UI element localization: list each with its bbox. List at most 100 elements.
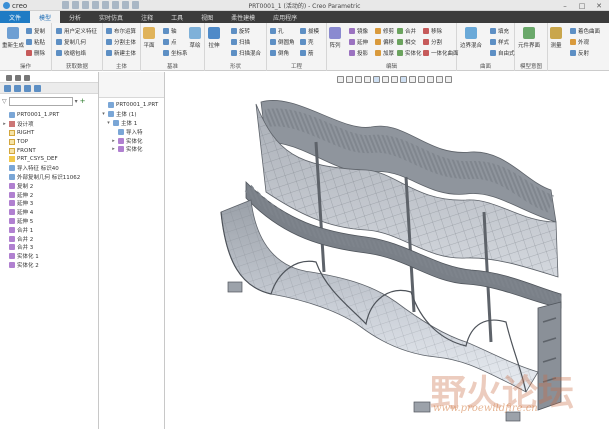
maximize-button[interactable]: □ — [574, 0, 590, 11]
offset-button[interactable]: 偏移 — [375, 38, 394, 46]
tree-view-icon[interactable] — [4, 84, 11, 92]
paste-button[interactable]: 粘贴 — [26, 38, 45, 46]
columns-icon[interactable] — [34, 84, 41, 92]
tree-item[interactable]: ▾ 主体 1 — [101, 119, 164, 128]
style-button[interactable]: 样式 — [490, 38, 509, 46]
tree-item[interactable]: PRT0001_1.PRT — [101, 101, 164, 110]
tab-annotate[interactable]: 注释 — [132, 11, 162, 23]
component-interface-button[interactable]: 元件界面 — [518, 27, 540, 49]
chamfer-button[interactable]: 倒角 — [270, 49, 289, 57]
csys-button[interactable]: 坐标系 — [163, 49, 188, 57]
minimize-button[interactable]: – — [557, 0, 573, 11]
tree-item[interactable]: ▾ 主体 (1) — [101, 110, 164, 119]
folder-browser-tab-icon[interactable] — [15, 75, 21, 81]
freestyle-button[interactable]: 自由式 — [490, 49, 515, 57]
tree-item[interactable]: 导入特征 标识40 — [2, 164, 98, 173]
layer-icon[interactable] — [24, 84, 31, 92]
round-button[interactable]: 倒圆角 — [270, 38, 295, 46]
tree-item[interactable]: 合并 1 — [2, 225, 98, 234]
project-button[interactable]: 投影 — [349, 49, 368, 57]
sketch-button[interactable]: 草绘 — [189, 27, 201, 49]
tab-file[interactable]: 文件 — [0, 11, 31, 23]
tree-search-input[interactable] — [8, 96, 73, 106]
solidify-button[interactable]: 实体化 — [397, 49, 422, 57]
tree-item[interactable]: 导入特 — [101, 127, 164, 136]
shade-surface-button[interactable]: 着色曲面 — [570, 27, 600, 35]
tree-item[interactable]: PRT_CSYS_DEF — [2, 155, 98, 164]
rib-button[interactable]: 筋 — [300, 49, 314, 57]
tree-item[interactable]: 延伸 2 — [2, 190, 98, 199]
tab-applications[interactable]: 应用程序 — [264, 11, 306, 23]
extrude-button[interactable]: 拉伸 — [208, 27, 220, 49]
unify-surface-button[interactable]: 一体化曲面 — [423, 49, 459, 57]
tab-model[interactable]: 模型 — [30, 11, 61, 23]
delete-button[interactable]: 删除 — [26, 49, 45, 57]
udf-button[interactable]: 用户定义特征 — [56, 27, 97, 35]
repaint-icon[interactable] — [364, 76, 371, 83]
favorites-tab-icon[interactable] — [24, 75, 30, 81]
swept-blend-button[interactable]: 扫描混合 — [231, 49, 261, 57]
remove-button[interactable]: 移除 — [423, 27, 442, 35]
merge-button[interactable]: 合并 — [397, 27, 416, 35]
annotation-display-icon[interactable] — [418, 76, 425, 83]
view-manager-icon[interactable] — [391, 76, 398, 83]
model-tree-tab-icon[interactable] — [6, 75, 12, 81]
tab-view[interactable]: 视图 — [192, 11, 222, 23]
filter-icon[interactable]: ▽ — [2, 98, 7, 105]
pattern-button[interactable]: 阵列 — [329, 27, 341, 49]
tree-item[interactable]: 延伸 5 — [2, 217, 98, 226]
tree-item[interactable]: 延伸 4 — [2, 208, 98, 217]
copy-geometry-button[interactable]: 复制几何 — [56, 38, 86, 46]
thicken-button[interactable]: 加厚 — [375, 49, 394, 57]
add-filter-icon[interactable]: + — [80, 97, 86, 105]
fill-button[interactable]: 填充 — [490, 27, 509, 35]
point-button[interactable]: 点 — [163, 38, 177, 46]
tree-item[interactable]: 实体化 1 — [2, 252, 98, 261]
copy-button[interactable]: 复制 — [26, 27, 45, 35]
plane-button[interactable]: 平面 — [143, 27, 155, 49]
shrinkwrap-button[interactable]: 收缩包络 — [56, 49, 86, 57]
split-body-button[interactable]: 分割主体 — [106, 38, 136, 46]
boolean-button[interactable]: 布尔运算 — [106, 27, 136, 35]
revolve-button[interactable]: 旋转 — [231, 27, 250, 35]
perspective-icon[interactable] — [400, 76, 407, 83]
search-dropdown-icon[interactable]: ▾ — [75, 98, 78, 105]
draft-button[interactable]: 拔模 — [300, 27, 319, 35]
tree-item[interactable]: ▸ 实体化 — [101, 136, 164, 145]
hole-button[interactable]: 孔 — [270, 27, 284, 35]
tree-item[interactable]: ▸ 设计项 — [2, 120, 98, 129]
close-button[interactable]: ✕ — [591, 0, 607, 11]
tab-tools[interactable]: 工具 — [162, 11, 192, 23]
zoom-out-icon[interactable] — [355, 76, 362, 83]
tree-item[interactable]: PRT0001_1.PRT — [2, 111, 98, 120]
settings-icon[interactable] — [14, 84, 21, 92]
saved-orientations-icon[interactable] — [382, 76, 389, 83]
tree-item[interactable]: 实体化 2 — [2, 261, 98, 270]
tree-item[interactable]: 复制 2 — [2, 181, 98, 190]
tab-simulation[interactable]: 实时仿真 — [90, 11, 132, 23]
regenerate-button[interactable]: 重新生成 — [2, 27, 24, 49]
tab-flexible-modeling[interactable]: 柔性建模 — [222, 11, 264, 23]
tree-item[interactable]: TOP — [2, 137, 98, 146]
display-style-icon[interactable] — [373, 76, 380, 83]
tree-item[interactable]: 合并 3 — [2, 243, 98, 252]
tree-item[interactable]: 合并 2 — [2, 234, 98, 243]
appearance-button[interactable]: 外观 — [570, 38, 589, 46]
refit-icon[interactable] — [337, 76, 344, 83]
tree-item[interactable]: FRONT — [2, 146, 98, 155]
zoom-in-icon[interactable] — [346, 76, 353, 83]
split-button[interactable]: 分割 — [423, 38, 442, 46]
boundary-blend-button[interactable]: 边界混合 — [460, 27, 482, 49]
new-body-button[interactable]: 新建主体 — [106, 49, 136, 57]
datum-display-icon[interactable] — [409, 76, 416, 83]
extend-button[interactable]: 延伸 — [349, 38, 368, 46]
spin-center-icon[interactable] — [427, 76, 434, 83]
section-icon[interactable] — [445, 76, 452, 83]
tree-item[interactable]: ▸ 实体化 — [101, 145, 164, 154]
tab-analysis[interactable]: 分析 — [60, 11, 90, 23]
shell-button[interactable]: 壳 — [300, 38, 314, 46]
reflect-button[interactable]: 反射 — [570, 49, 589, 57]
tree-item[interactable]: 外部复制几何 标识11062 — [2, 173, 98, 182]
measure-button[interactable]: 测量 — [550, 27, 562, 49]
axis-button[interactable]: 轴 — [163, 27, 177, 35]
